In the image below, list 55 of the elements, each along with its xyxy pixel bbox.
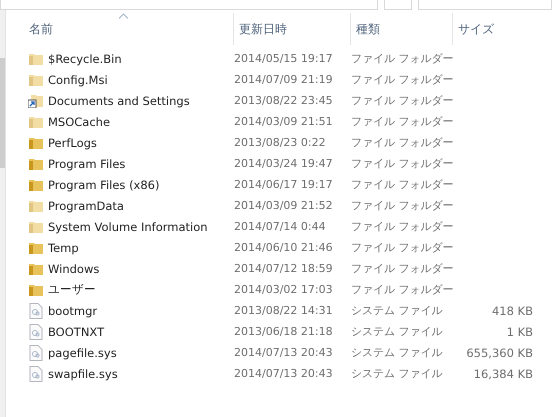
modified-date: 2014/03/24 19:47	[234, 157, 334, 170]
file-name[interactable]: System Volume Information	[48, 220, 234, 234]
file-size: 16,384 KB	[472, 366, 533, 380]
file-type: ファイル フォルダー	[351, 93, 453, 108]
modified-date: 2014/06/17 19:17	[234, 178, 334, 191]
file-type: ファイル フォルダー	[351, 219, 453, 234]
address-bar[interactable]	[0, 0, 378, 10]
file-type: システム ファイル	[351, 366, 444, 381]
file-size: 655,360 KB	[465, 346, 533, 360]
file-size: 418 KB	[490, 304, 533, 318]
file-name[interactable]: swapfile.sys	[48, 366, 234, 380]
file-type: ファイル フォルダー	[351, 156, 453, 171]
file-type: システム ファイル	[351, 303, 444, 318]
refresh-button[interactable]	[384, 0, 412, 10]
file-type: ファイル フォルダー	[351, 177, 453, 192]
modified-date: 2014/07/09 21:19	[234, 73, 334, 86]
modified-date: 2014/07/14 0:44	[234, 220, 327, 233]
file-type: システム ファイル	[351, 324, 444, 339]
file-type: ファイル フォルダー	[351, 135, 453, 150]
file-name[interactable]: Config.Msi	[48, 72, 234, 86]
modified-date: 2014/07/12 18:59	[234, 262, 334, 275]
file-name[interactable]: bootmgr	[48, 304, 234, 318]
file-name[interactable]: Windows	[48, 262, 234, 276]
modified-date: 2014/03/09 21:52	[234, 199, 334, 212]
modified-date: 2014/03/09 21:51	[234, 115, 334, 128]
file-type: ファイル フォルダー	[351, 261, 453, 276]
file-type: ファイル フォルダー	[351, 282, 453, 297]
modified-date: 2014/05/15 19:17	[234, 52, 334, 65]
file-type: システム ファイル	[351, 345, 444, 360]
modified-date: 2013/06/18 21:18	[234, 325, 334, 338]
file-type: ファイル フォルダー	[351, 72, 453, 87]
file-name[interactable]: $Recycle.Bin	[48, 52, 234, 66]
modified-date: 2014/07/13 20:43	[234, 367, 334, 380]
file-type: ファイル フォルダー	[351, 240, 453, 255]
file-name[interactable]: pagefile.sys	[48, 346, 234, 360]
modified-date: 2014/06/10 21:46	[234, 241, 334, 254]
modified-date: 2013/08/23 0:22	[234, 136, 327, 149]
file-type: ファイル フォルダー	[351, 51, 453, 66]
modified-date: 2013/08/22 23:45	[234, 94, 334, 107]
file-name[interactable]: Temp	[48, 240, 234, 254]
file-name[interactable]: ProgramData	[48, 198, 234, 212]
file-name[interactable]: Program Files	[48, 156, 234, 170]
file-size: 1 KB	[506, 324, 533, 338]
file-name[interactable]: Program Files (x86)	[48, 178, 234, 192]
file-type: ファイル フォルダー	[351, 198, 453, 213]
search-field[interactable]	[418, 0, 552, 10]
file-name[interactable]: ユーザー	[48, 282, 234, 297]
modified-date: 2013/08/22 14:31	[234, 304, 334, 317]
file-name[interactable]: Documents and Settings	[48, 94, 234, 108]
modified-date: 2014/07/13 20:43	[234, 346, 334, 359]
modified-date: 2014/03/02 17:03	[234, 283, 334, 296]
file-name[interactable]: MSOCache	[48, 114, 234, 128]
file-type: ファイル フォルダー	[351, 114, 453, 129]
file-name[interactable]: PerfLogs	[48, 136, 234, 150]
file-name[interactable]: BOOTNXT	[48, 324, 234, 338]
